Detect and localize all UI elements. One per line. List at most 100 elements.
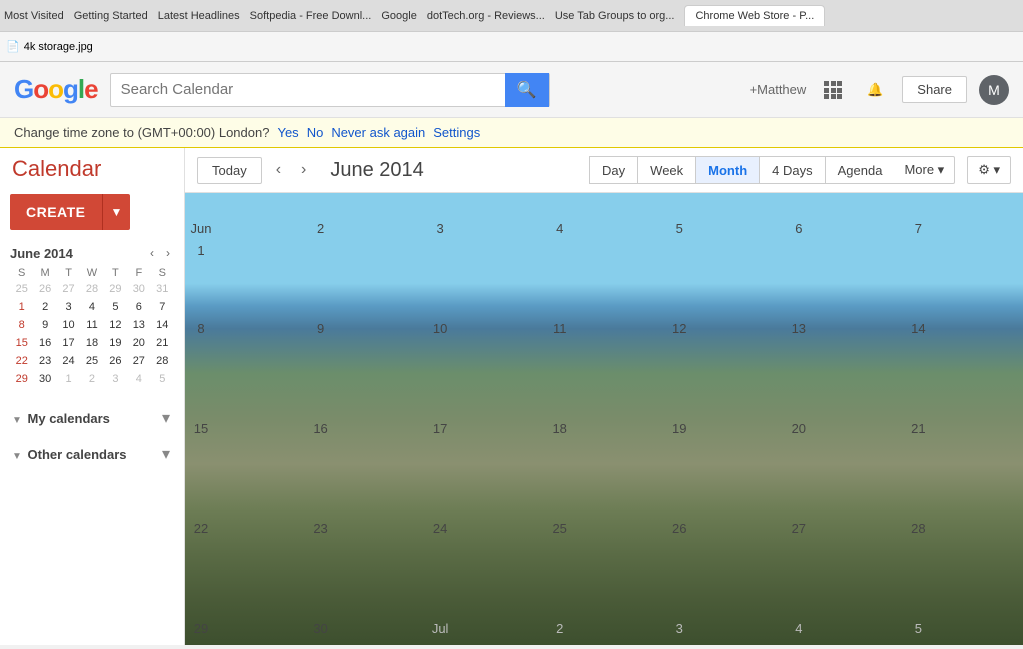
date-number[interactable]: 24 <box>429 518 451 540</box>
mini-cal-day[interactable]: 11 <box>80 316 103 334</box>
view-day-button[interactable]: Day <box>589 156 637 184</box>
date-number[interactable]: 10 <box>429 318 451 340</box>
date-number[interactable]: 5 <box>907 618 929 640</box>
mini-cal-day[interactable]: 17 <box>57 334 80 352</box>
mini-cal-day[interactable]: 1 <box>10 298 33 316</box>
date-number[interactable]: 5 <box>668 218 690 240</box>
mini-cal-day[interactable]: 5 <box>151 370 174 388</box>
date-number[interactable]: 4 <box>788 618 810 640</box>
add-my-calendar-btn[interactable]: ▾ <box>160 408 172 428</box>
calendar-day-cell[interactable]: 4 <box>544 216 664 316</box>
calendar-day-cell[interactable]: 5 <box>664 216 784 316</box>
mini-cal-day[interactable]: 13 <box>127 316 150 334</box>
date-number[interactable]: Jun 1 <box>190 218 212 240</box>
my-calendars-header[interactable]: ▼ My calendars ▾ <box>10 404 174 432</box>
calendar-day-cell[interactable]: 19 <box>664 416 784 516</box>
search-input[interactable] <box>111 81 505 98</box>
mini-cal-day[interactable]: 19 <box>104 334 127 352</box>
calendar-day-cell[interactable]: 14 <box>903 316 1023 416</box>
date-number[interactable]: 7 <box>907 218 929 240</box>
calendar-day-cell[interactable]: 23 <box>305 516 425 616</box>
calendar-day-cell[interactable]: 16 <box>305 416 425 516</box>
date-number[interactable]: 11 <box>549 318 571 340</box>
calendar-day-cell[interactable]: 3 <box>425 216 545 316</box>
date-number[interactable]: 21 <box>907 418 929 440</box>
calendar-day-cell[interactable]: 18 <box>544 416 664 516</box>
date-number[interactable]: 2 <box>310 218 332 240</box>
mini-cal-day[interactable]: 7 <box>151 298 174 316</box>
calendar-day-cell[interactable]: 2 <box>544 616 664 646</box>
calendar-day-cell[interactable]: 17 <box>425 416 545 516</box>
calendar-day-cell[interactable]: 8 <box>186 316 306 416</box>
mini-cal-day[interactable]: 10 <box>57 316 80 334</box>
tab-most-visited[interactable]: Most Visited <box>4 10 64 22</box>
calendar-day-cell[interactable]: 6 <box>783 216 903 316</box>
calendar-day-cell[interactable]: 5 <box>903 616 1023 646</box>
settings-button[interactable]: ⚙ ▾ <box>967 156 1011 184</box>
date-number[interactable]: 16 <box>310 418 332 440</box>
calendar-day-cell[interactable]: 11 <box>544 316 664 416</box>
date-number[interactable]: 27 <box>788 518 810 540</box>
mini-cal-day[interactable]: 2 <box>80 370 103 388</box>
mini-cal-day[interactable]: 15 <box>10 334 33 352</box>
date-number[interactable]: 9 <box>310 318 332 340</box>
view-agenda-button[interactable]: Agenda <box>825 156 895 184</box>
date-number[interactable]: 26 <box>668 518 690 540</box>
avatar[interactable]: M <box>979 75 1009 105</box>
more-views-button[interactable]: More ▾ <box>894 156 955 184</box>
mini-cal-day[interactable]: 5 <box>104 298 127 316</box>
mini-cal-day[interactable]: 21 <box>151 334 174 352</box>
prev-month-button[interactable]: ‹ <box>270 159 287 181</box>
mini-cal-day[interactable]: 28 <box>80 280 103 298</box>
tab-chrome-webstore[interactable]: Chrome Web Store - P... <box>684 5 825 26</box>
mini-cal-day[interactable]: 26 <box>104 352 127 370</box>
date-number[interactable]: 18 <box>549 418 571 440</box>
other-calendars-header[interactable]: ▼ Other calendars ▾ <box>10 440 174 468</box>
mini-cal-day[interactable]: 12 <box>104 316 127 334</box>
calendar-day-cell[interactable]: 26 <box>664 516 784 616</box>
tab-softpedia[interactable]: Softpedia - Free Downl... <box>250 10 372 22</box>
add-other-calendar-btn[interactable]: ▾ <box>160 444 172 464</box>
mini-cal-day[interactable]: 31 <box>151 280 174 298</box>
date-number[interactable]: 15 <box>190 418 212 440</box>
view-month-button[interactable]: Month <box>695 156 759 184</box>
tab-headlines[interactable]: Latest Headlines <box>158 10 240 22</box>
mini-cal-day[interactable]: 29 <box>104 280 127 298</box>
apps-icon[interactable] <box>818 75 848 105</box>
calendar-day-cell[interactable]: 12 <box>664 316 784 416</box>
calendar-day-cell[interactable]: 30 <box>305 616 425 646</box>
mini-cal-day[interactable]: 28 <box>151 352 174 370</box>
mini-cal-day[interactable]: 4 <box>80 298 103 316</box>
mini-cal-day[interactable]: 20 <box>127 334 150 352</box>
calendar-day-cell[interactable]: 20 <box>783 416 903 516</box>
date-number[interactable]: 25 <box>549 518 571 540</box>
date-number[interactable]: 28 <box>907 518 929 540</box>
calendar-day-cell[interactable]: 29 <box>186 616 306 646</box>
mini-cal-day[interactable]: 25 <box>10 280 33 298</box>
date-number[interactable]: 22 <box>190 518 212 540</box>
calendar-day-cell[interactable]: 13 <box>783 316 903 416</box>
date-number[interactable]: 23 <box>310 518 332 540</box>
mini-cal-day[interactable]: 23 <box>33 352 56 370</box>
date-number[interactable]: 8 <box>190 318 212 340</box>
search-button[interactable]: 🔍 <box>505 73 549 107</box>
calendar-day-cell[interactable]: 2 <box>305 216 425 316</box>
notification-no[interactable]: No <box>307 125 324 140</box>
calendar-day-cell[interactable]: 27 <box>783 516 903 616</box>
mini-cal-day[interactable]: 18 <box>80 334 103 352</box>
mini-cal-title[interactable]: June 2014 <box>10 246 73 261</box>
bell-icon[interactable]: 🔔 <box>860 75 890 105</box>
calendar-day-cell[interactable]: 3 <box>664 616 784 646</box>
calendar-day-cell[interactable]: 9 <box>305 316 425 416</box>
mini-cal-day[interactable]: 16 <box>33 334 56 352</box>
notification-yes[interactable]: Yes <box>277 125 298 140</box>
view-4days-button[interactable]: 4 Days <box>759 156 824 184</box>
share-button[interactable]: Share <box>902 76 967 103</box>
notification-never[interactable]: Never ask again <box>331 125 425 140</box>
mini-cal-day[interactable]: 4 <box>127 370 150 388</box>
mini-cal-day[interactable]: 2 <box>33 298 56 316</box>
date-number[interactable]: 13 <box>788 318 810 340</box>
calendar-day-cell[interactable]: Jun 1 <box>186 216 306 316</box>
calendar-day-cell[interactable]: 10 <box>425 316 545 416</box>
date-number[interactable]: Jul 1 <box>429 618 451 640</box>
